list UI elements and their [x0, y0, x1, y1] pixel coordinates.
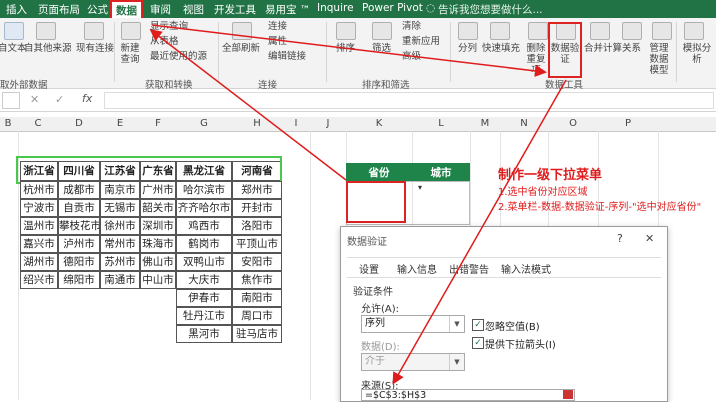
arrow-to-data-tab [149, 29, 347, 181]
arrow-to-data-validation [151, 24, 547, 77]
arrow-to-source [392, 79, 567, 385]
annotation-arrows [149, 24, 567, 385]
